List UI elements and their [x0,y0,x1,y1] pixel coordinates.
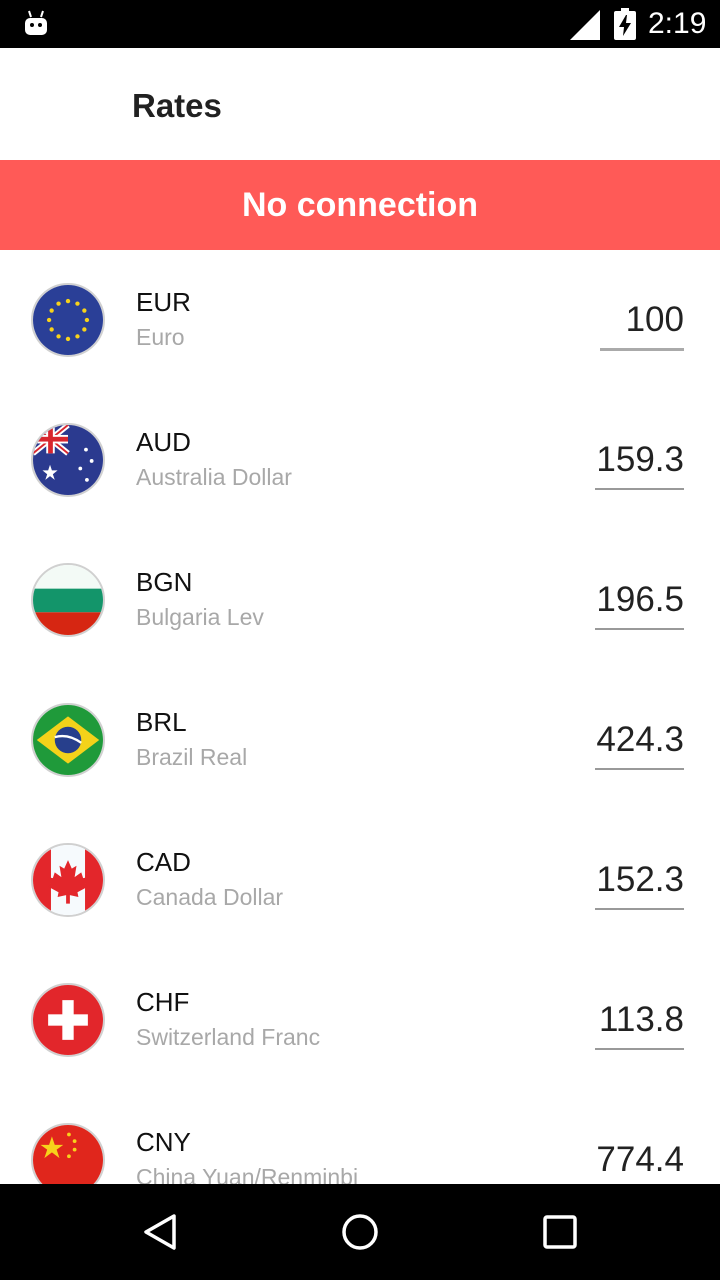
currency-name: Australia Dollar [136,464,292,490]
currency-name: China Yuan/Renminbi [136,1164,359,1184]
currency-row[interactable]: CHF Switzerland Franc 113.8 [0,950,720,1090]
currency-name: Canada Dollar [136,884,284,910]
signal-icon [570,10,600,40]
australia-flag-icon [31,423,105,497]
currency-row[interactable]: CNY China Yuan/Renminbi 774.4 [0,1090,720,1184]
input-underline [595,908,684,910]
amount-input[interactable]: 113.8 [599,998,684,1042]
input-underline [595,628,684,630]
app-bar: Rates [0,48,720,160]
currency-code: AUD [136,427,191,457]
battery-charging-icon [614,8,636,40]
android-robot-icon [25,10,47,35]
currency-code: EUR [136,287,191,317]
currency-name: Switzerland Franc [136,1024,321,1050]
amount-input[interactable]: 424.3 [596,718,684,762]
amount-input[interactable]: 774.4 [596,1138,684,1182]
amount-input[interactable]: 100 [626,298,684,342]
currency-code: CNY [136,1127,191,1157]
amount-input[interactable]: 152.3 [596,858,684,902]
currency-code: BRL [136,707,187,737]
china-flag-icon [31,1123,105,1184]
currency-code: CHF [136,987,190,1017]
input-underline [600,348,684,351]
amount-input[interactable]: 196.5 [596,578,684,622]
input-underline [595,768,684,770]
currency-row[interactable]: EUR Euro 100 [0,250,720,390]
bulgaria-flag-icon [31,563,105,637]
navigation-bar [0,1184,720,1280]
canada-flag-icon [31,843,105,917]
currency-row[interactable]: BGN Bulgaria Lev 196.5 [0,530,720,670]
currency-code: BGN [136,567,193,597]
home-icon[interactable] [340,1212,380,1252]
status-time: 2:19 [648,7,707,40]
screen: 2:19 Rates No connection EUR Euro 100 AU… [0,0,720,1280]
input-underline [595,1048,684,1050]
currency-row[interactable]: CAD Canada Dollar 152.3 [0,810,720,950]
page-title: Rates [132,87,222,124]
eu-flag-icon [31,283,105,357]
input-underline [595,488,684,490]
currency-list[interactable]: EUR Euro 100 AUD Australia Dollar 159.3 … [0,250,720,1184]
currency-code: CAD [136,847,191,877]
currency-name: Brazil Real [136,744,248,770]
back-icon[interactable] [140,1212,180,1252]
recents-icon[interactable] [540,1212,580,1252]
brazil-flag-icon [31,703,105,777]
currency-name: Bulgaria Lev [136,604,264,630]
currency-name: Euro [136,324,185,350]
currency-row[interactable]: BRL Brazil Real 424.3 [0,670,720,810]
switzerland-flag-icon [31,983,105,1057]
status-bar: 2:19 [0,0,720,48]
currency-row[interactable]: AUD Australia Dollar 159.3 [0,390,720,530]
amount-input[interactable]: 159.3 [596,438,684,482]
no-connection-banner: No connection [0,160,720,250]
